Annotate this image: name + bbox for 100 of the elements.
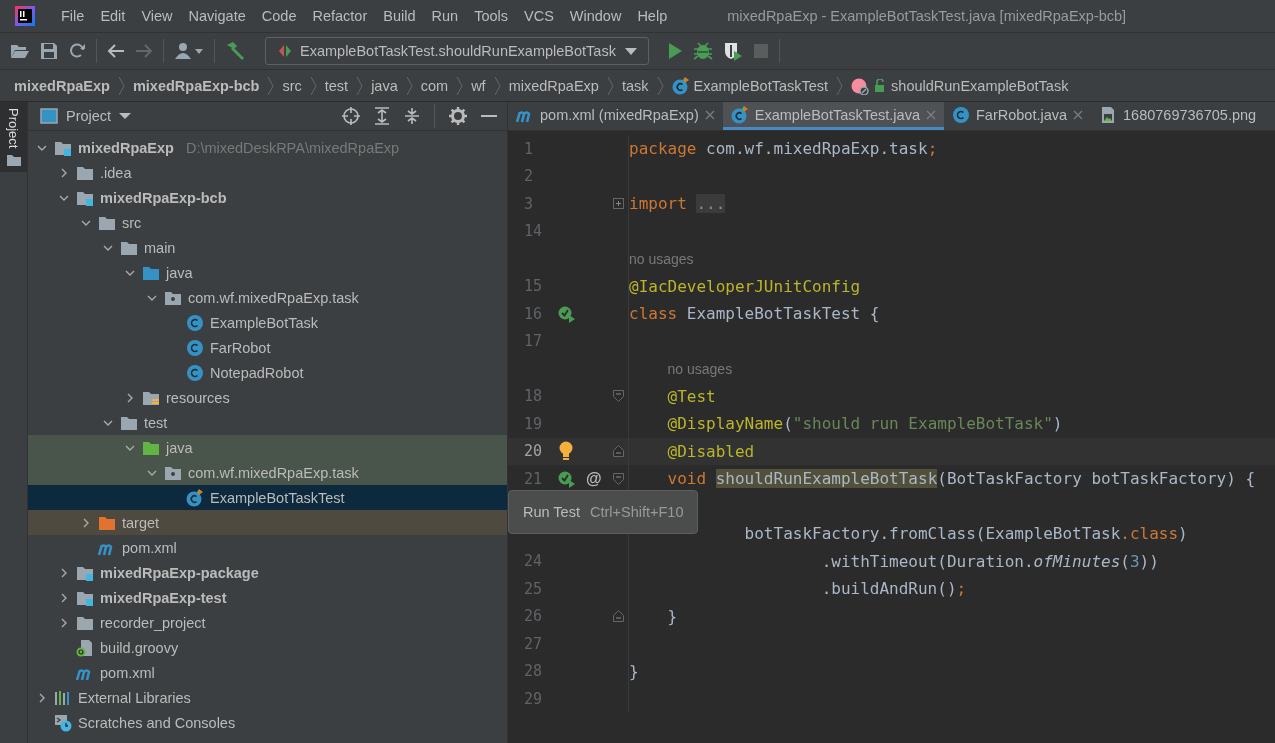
- tree-item[interactable]: java: [166, 264, 193, 281]
- tree-item[interactable]: mixedRpaExp-package: [100, 564, 259, 581]
- tool-window-tab[interactable]: Project: [0, 102, 27, 173]
- breadcrumb[interactable]: com: [420, 77, 449, 94]
- open-folder-icon[interactable]: [10, 43, 30, 59]
- editor-tab[interactable]: pom.xml (mixedRpaExp): [508, 102, 723, 130]
- app-logo: [15, 6, 35, 26]
- highlighted-row[interactable]: java: [28, 435, 507, 460]
- editor-tab[interactable]: 1680769736705.png: [1091, 102, 1265, 130]
- menu-item[interactable]: Run: [423, 8, 467, 24]
- line-number: 27: [524, 634, 543, 653]
- highlighted-row[interactable]: com.wf.mixedRpaExp.task: [28, 460, 507, 485]
- settings-icon[interactable]: [449, 107, 467, 125]
- bug-icon[interactable]: [692, 41, 713, 61]
- chevron-icon[interactable]: [81, 517, 91, 528]
- expand-all-icon[interactable]: [374, 107, 390, 125]
- menu-item[interactable]: VCS: [516, 8, 562, 24]
- tree-item[interactable]: main: [144, 239, 176, 256]
- tree-item[interactable]: pom.xml: [100, 664, 155, 681]
- chevron-icon[interactable]: [59, 617, 69, 628]
- highlighted-row[interactable]: target: [28, 510, 507, 535]
- chevron-icon[interactable]: [59, 592, 69, 603]
- menu-item[interactable]: Refactor: [304, 8, 376, 24]
- annotation-marker[interactable]: @: [586, 469, 602, 488]
- fold-icon[interactable]: [612, 390, 624, 403]
- menu-item[interactable]: Build: [375, 8, 424, 24]
- breadcrumb[interactable]: wf: [471, 77, 486, 94]
- tree-item[interactable]: pom.xml: [122, 539, 177, 556]
- selected-row[interactable]: ExampleBotTaskTest: [28, 485, 507, 510]
- tree-item[interactable]: ExampleBotTask: [210, 314, 318, 331]
- editor-tab[interactable]: FarRobot.java: [943, 102, 1092, 130]
- minimize-icon[interactable]: [481, 114, 497, 118]
- tree-item[interactable]: recorder_project: [100, 614, 206, 631]
- breadcrumb[interactable]: ExampleBotTaskTest: [693, 77, 829, 94]
- tree-item[interactable]: .idea: [100, 164, 132, 181]
- window-title: mixedRpaExp - ExampleBotTaskTest.java [mixedRpaExp-bcb]: [727, 8, 1127, 24]
- coverage-icon[interactable]: [722, 41, 743, 61]
- close-icon[interactable]: [704, 109, 715, 120]
- breadcrumb[interactable]: java: [371, 77, 398, 94]
- run-configuration-dropdown[interactable]: ExampleBotTaskTest.shouldRunExampleBotTask: [265, 37, 649, 65]
- menu-item[interactable]: View: [133, 8, 181, 24]
- run-icon[interactable]: [666, 42, 683, 60]
- fold-icon[interactable]: [612, 445, 624, 458]
- editor-tab[interactable]: ExampleBotTaskTest.java: [722, 102, 944, 130]
- tree-item[interactable]: java: [166, 439, 193, 456]
- menu-item[interactable]: File: [53, 8, 93, 24]
- chevron-icon[interactable]: [59, 167, 69, 178]
- tree-item[interactable]: ExampleBotTaskTest: [210, 489, 345, 506]
- breadcrumb[interactable]: src: [282, 77, 302, 94]
- tree-item[interactable]: mixedRpaExp-test: [100, 589, 227, 606]
- tree-item[interactable]: target: [122, 514, 160, 531]
- breadcrumb[interactable]: mixedRpaExp: [14, 77, 110, 94]
- menu-item[interactable]: Code: [253, 8, 305, 24]
- run-test-icon[interactable]: [558, 304, 576, 323]
- tab-label: FarRobot.java: [975, 106, 1068, 123]
- bulb-icon[interactable]: [558, 441, 574, 462]
- close-icon[interactable]: [1073, 109, 1084, 120]
- tree-item[interactable]: External Libraries: [78, 689, 191, 706]
- menu-item[interactable]: Edit: [92, 8, 134, 24]
- tree-item[interactable]: FarRobot: [210, 339, 271, 356]
- breadcrumb[interactable]: task: [621, 77, 649, 94]
- menu-item[interactable]: Window: [561, 8, 630, 24]
- breadcrumb[interactable]: test: [324, 77, 349, 94]
- tree-item[interactable]: src: [122, 214, 142, 231]
- tree-item[interactable]: build.groovy: [100, 639, 179, 656]
- tree-item[interactable]: mixedRpaExp: [78, 139, 174, 156]
- run-test-icon[interactable]: [558, 469, 576, 488]
- fold-icon[interactable]: [612, 198, 624, 210]
- line-number: 26: [524, 607, 543, 626]
- caret-icon[interactable]: [119, 112, 132, 120]
- breadcrumb[interactable]: shouldRunExampleBotTask: [891, 77, 1069, 94]
- tree-item[interactable]: Scratches and Consoles: [78, 714, 236, 731]
- usage-hint[interactable]: no usages: [629, 250, 694, 267]
- chevron-separator-icon: [267, 75, 275, 96]
- chevron-icon[interactable]: [125, 392, 135, 403]
- tree-item[interactable]: test: [144, 414, 168, 431]
- tree-item[interactable]: mixedRpaExp-bcb: [100, 189, 227, 206]
- collapse-all-icon[interactable]: [404, 107, 420, 125]
- chevron-icon[interactable]: [37, 692, 47, 703]
- save-icon[interactable]: [40, 42, 58, 60]
- locate-icon[interactable]: [342, 107, 360, 125]
- chevron-separator-icon: [493, 75, 501, 96]
- back-arrow-icon[interactable]: [107, 43, 125, 59]
- tree-item[interactable]: com.wf.mixedRpaExp.task: [188, 464, 359, 481]
- breadcrumb[interactable]: mixedRpaExp-bcb: [132, 77, 260, 94]
- menu-item[interactable]: Tools: [466, 8, 516, 24]
- usage-hint[interactable]: no usages: [667, 360, 733, 377]
- refresh-icon[interactable]: [68, 42, 86, 60]
- menu-item[interactable]: Navigate: [180, 8, 254, 24]
- chevron-icon[interactable]: [59, 567, 69, 578]
- menu-item[interactable]: Help: [629, 8, 676, 24]
- tree-item[interactable]: NotepadRobot: [210, 364, 304, 381]
- fold-icon[interactable]: [612, 610, 624, 623]
- hammer-icon[interactable]: [225, 41, 247, 61]
- tree-item[interactable]: resources: [166, 389, 230, 406]
- breadcrumb[interactable]: mixedRpaExp: [508, 77, 599, 94]
- tree-item[interactable]: com.wf.mixedRpaExp.task: [188, 289, 359, 306]
- panel-title[interactable]: Project: [66, 108, 112, 124]
- fold-icon[interactable]: [612, 472, 624, 485]
- user-dropdown-icon[interactable]: [174, 42, 204, 60]
